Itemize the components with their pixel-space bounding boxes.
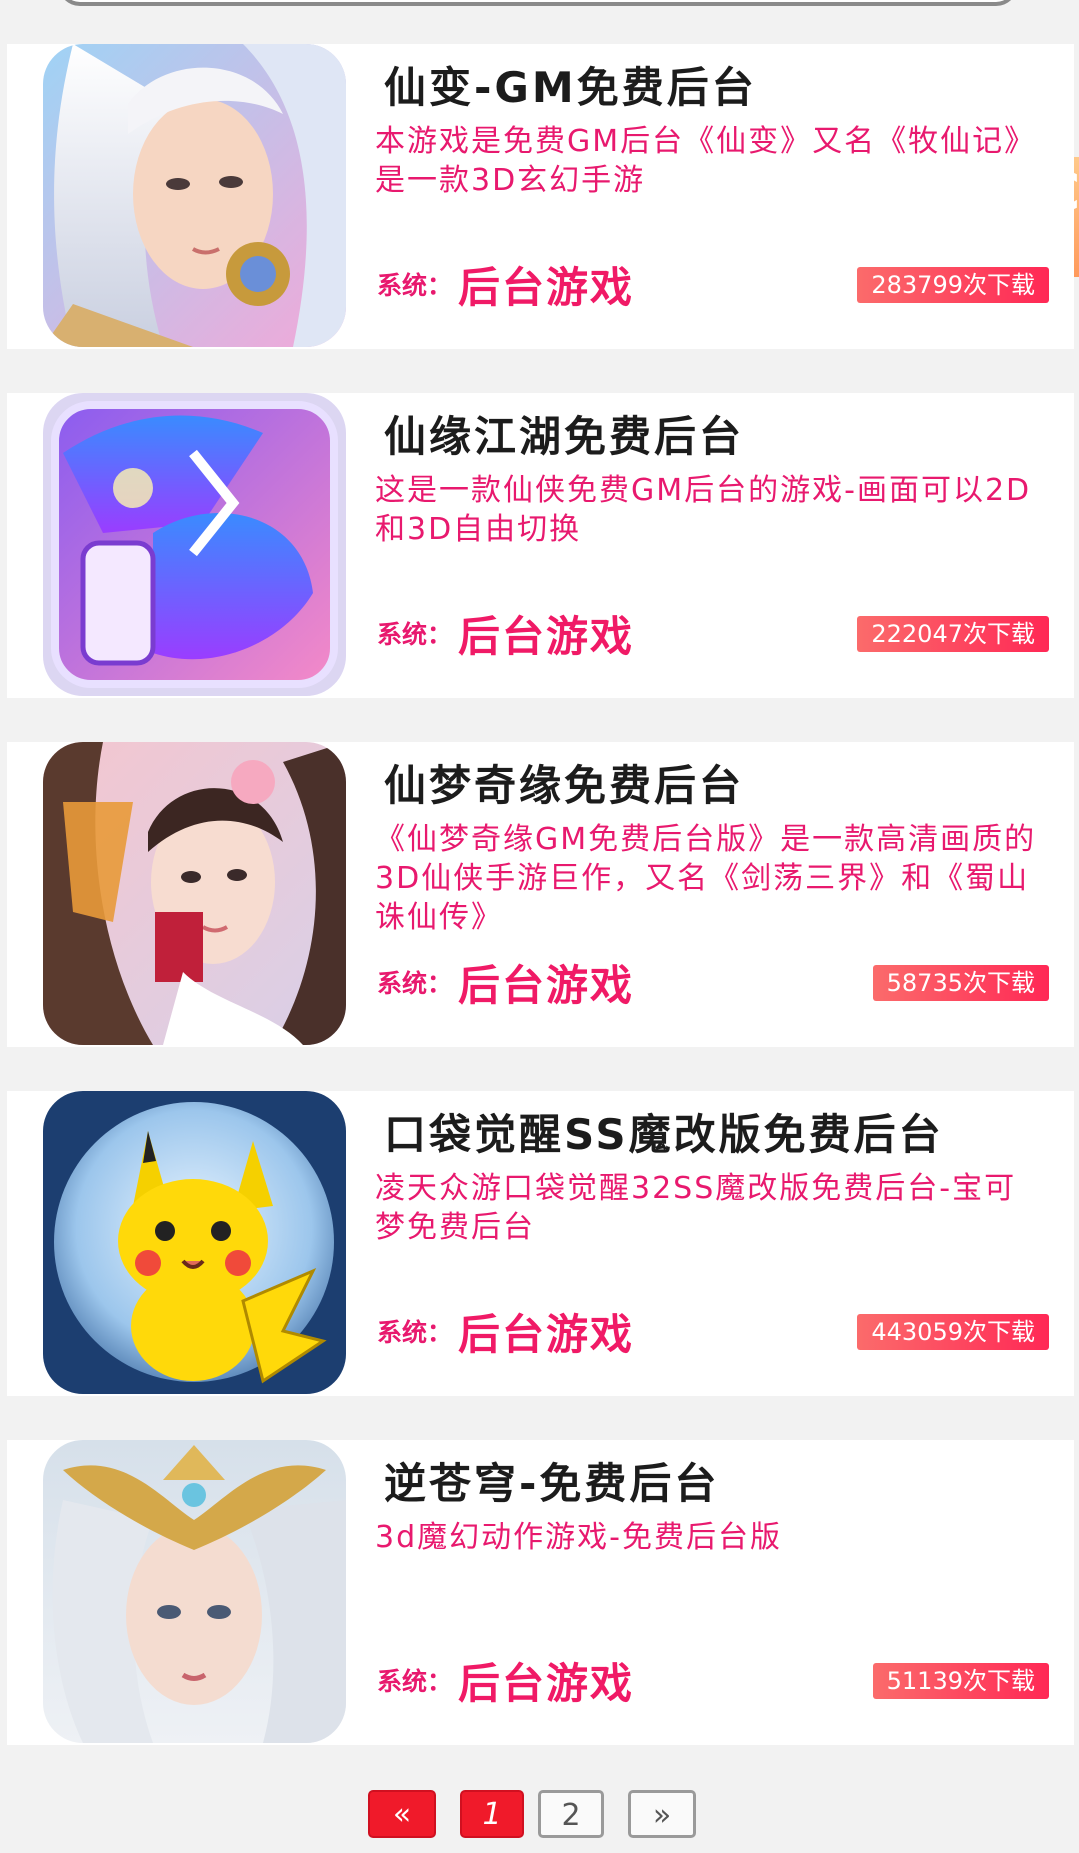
pagination: « 1 2 » [0, 1790, 1079, 1840]
game-card[interactable]: 仙变-GM免费后台 本游戏是免费GM后台《仙变》又名《牧仙记》是一款3D玄幻手游… [7, 44, 1074, 349]
download-count-badge[interactable]: 58735次下载 [872, 965, 1049, 1001]
system-label: 系统： [377, 1667, 453, 1696]
game-description: 本游戏是免费GM后台《仙变》又名《牧仙记》是一款3D玄幻手游 [375, 124, 1037, 198]
game-description: 这是一款仙侠免费GM后台的游戏-画面可以2D和3D自由切换 [375, 473, 1032, 547]
game-card[interactable]: 逆苍穹-免费后台 3d魔幻动作游戏-免费后台版 系统： 后台游戏 51139次下… [7, 1440, 1074, 1745]
game-system: 系统： 后台游戏 [377, 1655, 634, 1708]
game-description: 凌天众游口袋觉醒32SS魔改版免费后台-宝可梦免费后台 [375, 1171, 1017, 1245]
game-system: 系统： 后台游戏 [377, 608, 634, 661]
game-title[interactable]: 仙缘江湖免费后台 [384, 403, 744, 464]
game-title[interactable]: 仙变-GM免费后台 [384, 54, 757, 115]
system-label: 系统： [377, 1318, 453, 1347]
system-label: 系统： [377, 620, 453, 649]
game-thumbnail-xianmeng[interactable] [43, 742, 346, 1045]
game-thumbnail-koudai[interactable] [43, 1091, 346, 1394]
download-count-badge[interactable]: 283799次下载 [857, 267, 1049, 303]
pager-page-1[interactable]: 1 [460, 1790, 524, 1838]
game-title[interactable]: 口袋觉醒SS魔改版免费后台 [384, 1101, 944, 1162]
pager-page-2[interactable]: 2 [538, 1790, 604, 1838]
game-title[interactable]: 逆苍穹-免费后台 [384, 1450, 719, 1511]
system-value: 后台游戏 [458, 960, 635, 1010]
game-system: 系统： 后台游戏 [377, 1306, 634, 1359]
search-bar-edge[interactable] [58, 0, 1018, 6]
game-card[interactable]: 仙梦奇缘免费后台 《仙梦奇缘GM免费后台版》是一款高清画质的3D仙侠手游巨作，又… [7, 742, 1074, 1047]
download-count-badge[interactable]: 222047次下载 [857, 616, 1049, 652]
download-count-badge[interactable]: 443059次下载 [857, 1314, 1049, 1350]
pager-next-button[interactable]: » [628, 1790, 696, 1838]
system-value: 后台游戏 [458, 1658, 635, 1708]
game-card[interactable]: 仙缘江湖免费后台 这是一款仙侠免费GM后台的游戏-画面可以2D和3D自由切换 系… [7, 393, 1074, 698]
game-thumbnail-xianyuan[interactable] [43, 393, 346, 696]
system-value: 后台游戏 [458, 262, 635, 312]
game-system: 系统： 后台游戏 [377, 259, 634, 312]
system-value: 后台游戏 [458, 1309, 635, 1359]
game-description: 《仙梦奇缘GM免费后台版》是一款高清画质的3D仙侠手游巨作，又名《剑荡三界》和《… [375, 822, 1037, 935]
system-label: 系统： [377, 271, 453, 300]
download-count-badge[interactable]: 51139次下载 [872, 1663, 1049, 1699]
system-label: 系统： [377, 969, 453, 998]
pager-prev-button[interactable]: « [368, 1790, 436, 1838]
game-thumbnail-nicangqiong[interactable] [43, 1440, 346, 1743]
game-system: 系统： 后台游戏 [377, 957, 634, 1010]
game-thumbnail-xianbian[interactable] [43, 44, 346, 347]
game-title[interactable]: 仙梦奇缘免费后台 [384, 752, 744, 813]
game-list: 仙变-GM免费后台 本游戏是免费GM后台《仙变》又名《牧仙记》是一款3D玄幻手游… [7, 44, 1074, 1789]
game-description: 3d魔幻动作游戏-免费后台版 [375, 1520, 782, 1555]
system-value: 后台游戏 [458, 611, 635, 661]
game-card[interactable]: 口袋觉醒SS魔改版免费后台 凌天众游口袋觉醒32SS魔改版免费后台-宝可梦免费后… [7, 1091, 1074, 1396]
